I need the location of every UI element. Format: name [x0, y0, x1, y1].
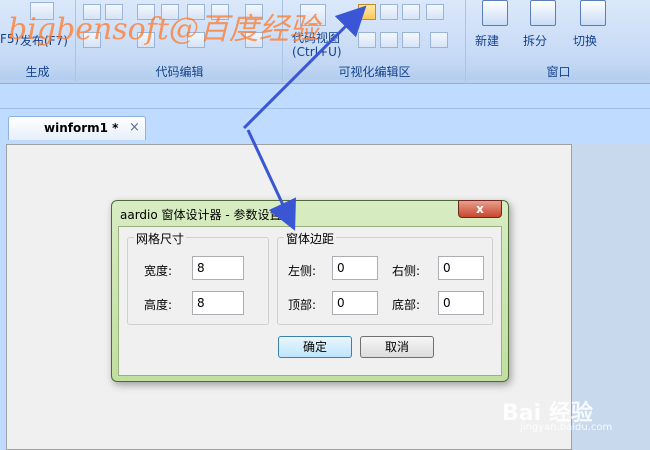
new-window-button[interactable]: 新建: [475, 0, 515, 48]
grid-size-group: 网格尺寸 宽度: 高度:: [127, 230, 269, 325]
margin-left-input[interactable]: [332, 256, 378, 280]
pin-icon[interactable]: [430, 32, 448, 48]
new-window-icon: [482, 0, 508, 26]
tab-winform1[interactable]: winform1 * ×: [8, 116, 146, 140]
group-visual-edit-label: 可视化编辑区: [284, 64, 465, 80]
ribbon: F5) 发布(F7) 生成 代码编辑 代码视图 (Ctrl+U) 可视化编辑区: [0, 0, 650, 84]
group-window: 新建 拆分 切换 窗口: [467, 0, 650, 82]
group-code-edit-label: 代码编辑: [77, 64, 282, 80]
form-icon[interactable]: [402, 4, 420, 20]
layer-icon[interactable]: [426, 4, 444, 20]
settings-dialog: aardio 窗体设计器 - 参数设置 x 网格尺寸 宽度: 高度: 窗体边距 …: [111, 200, 509, 382]
tabbar-divider: [0, 108, 650, 109]
dialog-body: 网格尺寸 宽度: 高度: 窗体边距 左侧: 右侧: 顶部: 底部: 确定 取消: [118, 226, 502, 376]
width-label: 宽度:: [144, 264, 173, 278]
dialog-title: aardio 窗体设计器 - 参数设置: [120, 208, 282, 222]
form-margin-legend: 窗体边距: [284, 230, 337, 247]
ok-button[interactable]: 确定: [278, 336, 352, 358]
document-tabbar: winform1 * ×: [0, 84, 650, 140]
bottom-label: 底部:: [392, 298, 421, 312]
tab-close-icon[interactable]: ×: [129, 120, 140, 135]
grid-height-input[interactable]: [192, 291, 244, 315]
margin-top-input[interactable]: [332, 291, 378, 315]
switch-icon: [580, 0, 606, 26]
cancel-button[interactable]: 取消: [360, 336, 434, 358]
save-layout-icon[interactable]: [380, 4, 398, 20]
margin-bottom-input[interactable]: [438, 291, 484, 315]
watermark: bigbensoft@百度经验: [8, 12, 319, 47]
baidu-url: jingyan.baidu.com: [520, 422, 613, 433]
right-label: 右侧:: [392, 264, 421, 278]
margin-right-input[interactable]: [438, 256, 484, 280]
dialog-close-button[interactable]: x: [458, 200, 502, 218]
grid-size-legend: 网格尺寸: [134, 230, 187, 247]
split-button[interactable]: 拆分: [523, 0, 563, 48]
split-icon: [530, 0, 556, 26]
close-icon: x: [476, 202, 484, 216]
switch-button[interactable]: 切换: [573, 0, 613, 48]
align-icon[interactable]: [402, 32, 420, 48]
designer-settings-icon[interactable]: [358, 4, 376, 20]
height-label: 高度:: [144, 298, 173, 312]
group-window-label: 窗口: [467, 64, 650, 80]
tab-winform1-title: winform1 *: [44, 121, 119, 135]
left-label: 左侧:: [288, 264, 317, 278]
group-build-label: 生成: [0, 64, 75, 80]
tab-order-icon[interactable]: [358, 32, 376, 48]
form-margin-group: 窗体边距 左侧: 右侧: 顶部: 底部:: [277, 230, 493, 325]
grid-width-input[interactable]: [192, 256, 244, 280]
top-label: 顶部:: [288, 298, 317, 312]
grid-icon[interactable]: [380, 32, 398, 48]
